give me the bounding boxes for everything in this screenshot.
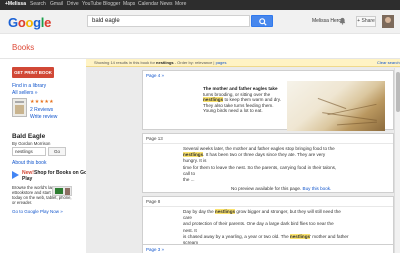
- book-cover-thumbnail[interactable]: [12, 98, 27, 117]
- nest-twig: [317, 97, 347, 110]
- search-highlight: nestlings: [214, 209, 236, 214]
- page-label: Page 13: [146, 136, 163, 141]
- topbar-item-maps[interactable]: Maps: [123, 1, 135, 7]
- page-excerpt: The mother and father eagles take turns …: [203, 86, 285, 114]
- excerpt-line: to keep them warm and dry.: [223, 97, 282, 103]
- book-author: By Gordon Morrison: [12, 141, 51, 146]
- user-name[interactable]: Melissa Hero: [312, 18, 341, 24]
- result-card: Page 3 »: [142, 244, 394, 253]
- topbar-item-more[interactable]: More: [175, 1, 186, 7]
- logo-letter: g: [33, 15, 41, 30]
- search-highlight: nestlings: [183, 152, 204, 158]
- snippet-line: . It has been two or three days since th…: [203, 152, 326, 158]
- topbar-item-calendar[interactable]: Calendar: [138, 1, 158, 7]
- search-results-area: Showing 14 results in this book for nest…: [86, 59, 400, 253]
- about-this-book-link[interactable]: About this book: [12, 160, 46, 166]
- go-button[interactable]: Go: [48, 147, 66, 156]
- play-heading-line2: Play: [22, 176, 33, 182]
- notification-bell-icon[interactable]: [339, 17, 346, 25]
- nest-twig: [322, 112, 377, 121]
- write-review-link[interactable]: Write review: [30, 114, 57, 120]
- snippet-line: Day by day the: [183, 209, 215, 214]
- no-preview-text: No preview available for this page.: [231, 186, 302, 191]
- google-play-link[interactable]: Go to Google Play Now »: [12, 209, 63, 214]
- page-link[interactable]: Page 4 »: [146, 73, 164, 78]
- search-input[interactable]: bald eagle: [87, 15, 250, 27]
- search-header: Google bald eagle Melissa Hero + Share: [0, 10, 400, 34]
- avatar[interactable]: [382, 15, 394, 28]
- search-button[interactable]: [251, 15, 273, 27]
- clear-search-link[interactable]: Clear search: [377, 60, 400, 65]
- search-highlight: nestlings: [289, 233, 311, 239]
- search-highlight: nestlings: [203, 97, 224, 103]
- topbar-item-profile[interactable]: +Melissa: [5, 1, 26, 7]
- order-by-text: - Order by: relevance |: [173, 60, 216, 65]
- google-logo[interactable]: Google: [8, 15, 51, 30]
- topbar-item-drive[interactable]: Drive: [67, 1, 79, 7]
- snippet-line: grow bigger and stronger, but they will …: [235, 209, 341, 214]
- find-in-library-link[interactable]: Find in a library: [12, 83, 46, 89]
- search-in-book-input[interactable]: nestlings: [12, 147, 46, 156]
- logo-letter: e: [44, 15, 52, 30]
- google-play-icon: [12, 171, 19, 179]
- get-print-book-button[interactable]: GET PRINT BOOK: [12, 67, 54, 78]
- snippet-line: time for them to leave the nest. So the …: [183, 164, 337, 170]
- result-card: Page 8 Day by day the nestlings grow big…: [142, 196, 394, 251]
- book-sidebar: GET PRINT BOOK Find in a library All sel…: [0, 59, 97, 253]
- page-link[interactable]: Page 3 »: [146, 247, 164, 252]
- topbar-item-blogger[interactable]: Blogger: [103, 1, 120, 7]
- nest-twig: [337, 121, 377, 126]
- results-scrollbar[interactable]: [394, 68, 400, 253]
- excerpt-line: Young birds need a lot to eat.: [203, 108, 263, 114]
- no-preview-notice: No preview available for this page. Buy …: [231, 186, 331, 191]
- page-title: Books: [12, 43, 35, 52]
- divider: [143, 206, 393, 207]
- logo-letter: o: [25, 15, 34, 30]
- topbar-item-youtube[interactable]: YouTube: [82, 1, 102, 7]
- snippet-line: is chased away by a yearling, a year or …: [183, 233, 290, 239]
- rating-stars-icon: ★★★★★: [30, 99, 54, 105]
- all-sellers-link[interactable]: All sellers »: [12, 90, 38, 96]
- snippet-text: Several weeks later, the mother and fath…: [183, 146, 363, 183]
- devices-image: [52, 186, 72, 196]
- book-title: Bald Eagle: [12, 133, 46, 140]
- cover-title-strip: [15, 101, 24, 103]
- results-prefix: Showing 14 results in this book for: [94, 60, 155, 65]
- logo-letter: G: [8, 15, 18, 30]
- reviews-link[interactable]: 2 Reviews: [30, 107, 53, 113]
- divider: [143, 143, 393, 144]
- scrollbar-thumb[interactable]: [396, 72, 400, 112]
- play-description: or ereader.: [12, 200, 33, 205]
- topbar-item-news[interactable]: News: [160, 1, 173, 7]
- google-topbar: +Melissa Search Gmail Drive YouTube Blog…: [0, 0, 400, 10]
- topbar-item-gmail[interactable]: Gmail: [50, 1, 63, 7]
- buy-book-link[interactable]: Buy this book.: [303, 186, 332, 191]
- search-icon: [259, 18, 267, 26]
- excerpt-line: The mother and father eagles take: [203, 86, 278, 91]
- page-label: Page 8: [146, 199, 161, 204]
- cover-picture: [15, 105, 24, 114]
- results-query: nestlings: [156, 60, 174, 65]
- order-by-pages-link[interactable]: pages: [216, 60, 227, 65]
- nest-photo: [287, 81, 385, 131]
- results-info-bar: Showing 14 results in this book for nest…: [86, 59, 400, 67]
- share-button[interactable]: + Share: [356, 16, 376, 27]
- result-card: Page 4 » The mother and father eagles ta…: [142, 70, 394, 131]
- topbar-item-search[interactable]: Search: [30, 1, 46, 7]
- snippet-line: the ...: [183, 177, 195, 183]
- result-card: Page 13 Several weeks later, the mother …: [142, 133, 394, 193]
- results-summary: Showing 14 results in this book for nest…: [94, 60, 226, 65]
